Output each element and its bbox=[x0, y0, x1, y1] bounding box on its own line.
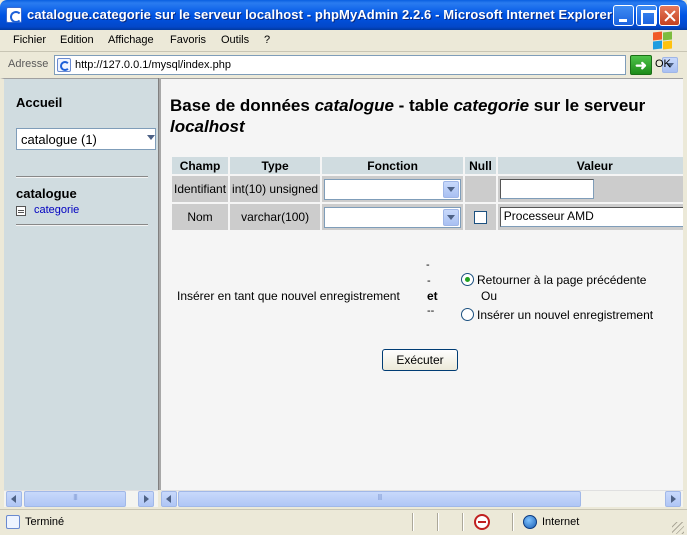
menu-outils[interactable]: Outils bbox=[221, 34, 249, 46]
go-arrow-icon[interactable]: ➜ bbox=[630, 55, 652, 75]
minimize-button[interactable] bbox=[613, 5, 634, 26]
left-frame: Accueil catalogue (1) catalogue categori… bbox=[0, 78, 158, 490]
main-horizontal-scrollbar[interactable] bbox=[161, 490, 683, 507]
database-select[interactable]: catalogue (1) bbox=[16, 128, 156, 150]
col-fonction: Fonction bbox=[322, 157, 464, 174]
menu-edition[interactable]: Edition bbox=[60, 34, 94, 46]
null-checkbox[interactable] bbox=[473, 210, 487, 224]
col-type: Type bbox=[230, 157, 321, 174]
address-url[interactable]: http://127.0.0.1/mysql/index.php bbox=[75, 59, 231, 71]
go-button[interactable]: OK bbox=[655, 58, 671, 70]
main-frame: Base de données catalogue - table catego… bbox=[161, 78, 683, 490]
table-link-categorie[interactable]: categorie bbox=[34, 204, 79, 216]
insert-form-table: Champ Type Fonction Null Valeur Identifi… bbox=[170, 155, 683, 232]
menu-affichage[interactable]: Affichage bbox=[108, 34, 154, 46]
window-title: catalogue.categorie sur le serveur local… bbox=[27, 7, 613, 22]
maximize-button[interactable] bbox=[636, 5, 657, 26]
execute-button[interactable]: Exécuter bbox=[382, 349, 458, 371]
menu-bar: Fichier Edition Affichage Favoris Outils… bbox=[0, 30, 687, 52]
address-bar: Adresse http://127.0.0.1/mysql/index.php… bbox=[0, 53, 687, 77]
status-text: Terminé bbox=[25, 516, 65, 528]
insert-new-label[interactable]: Insérer un nouvel enregistrement bbox=[477, 308, 653, 322]
database-select-value: catalogue (1) bbox=[21, 132, 97, 147]
insert-mode-label: Insérer en tant que nouvel enregistremen… bbox=[177, 289, 400, 303]
divider bbox=[16, 224, 148, 226]
address-label: Adresse bbox=[8, 58, 49, 70]
scroll-right-button[interactable] bbox=[665, 491, 681, 507]
field-name: Nom bbox=[172, 204, 229, 230]
col-null: Null bbox=[465, 157, 496, 174]
value-input[interactable] bbox=[499, 179, 594, 199]
table-row: Nom varchar(100) Processeur AMD bbox=[172, 204, 683, 230]
and-label: et bbox=[427, 289, 438, 303]
security-zone: Internet bbox=[542, 516, 580, 528]
status-bar: Terminé Internet bbox=[0, 509, 687, 535]
or-label: Ou bbox=[481, 289, 498, 303]
title-bar: catalogue.categorie sur le serveur local… bbox=[0, 0, 687, 30]
scroll-right-button[interactable] bbox=[138, 491, 154, 507]
separator-text: - bbox=[426, 259, 430, 271]
scroll-thumb[interactable] bbox=[24, 491, 126, 507]
windows-logo-icon bbox=[652, 31, 674, 51]
left-horizontal-scrollbar[interactable] bbox=[4, 490, 158, 507]
close-button[interactable] bbox=[659, 5, 680, 26]
col-valeur: Valeur bbox=[497, 157, 683, 174]
scroll-left-button[interactable] bbox=[6, 491, 22, 507]
globe-icon bbox=[523, 515, 537, 529]
popup-blocked-icon[interactable] bbox=[474, 514, 490, 530]
table-row: Identifiant int(10) unsigned bbox=[172, 176, 683, 202]
chevron-down-icon bbox=[147, 135, 155, 140]
function-select[interactable] bbox=[324, 206, 462, 228]
menu-fichier[interactable]: Fichier bbox=[13, 34, 46, 46]
database-name[interactable]: catalogue bbox=[16, 186, 77, 201]
page-done-icon bbox=[6, 515, 20, 529]
return-previous-radio[interactable] bbox=[461, 273, 474, 286]
address-field[interactable]: http://127.0.0.1/mysql/index.php bbox=[54, 55, 678, 75]
home-link[interactable]: Accueil bbox=[16, 95, 62, 110]
separator-text: -- bbox=[427, 305, 435, 317]
menu-help[interactable]: ? bbox=[264, 34, 270, 46]
field-type: int(10) unsigned bbox=[230, 176, 321, 202]
page-title: Base de données catalogue - table catego… bbox=[170, 96, 646, 136]
ie-icon bbox=[6, 7, 22, 23]
divider bbox=[16, 176, 148, 178]
insert-new-radio[interactable] bbox=[461, 308, 474, 321]
menu-favoris[interactable]: Favoris bbox=[170, 34, 206, 46]
value-input[interactable]: Processeur AMD bbox=[499, 207, 683, 227]
field-type: varchar(100) bbox=[230, 204, 321, 230]
scroll-thumb[interactable] bbox=[178, 491, 581, 507]
resize-grip[interactable] bbox=[672, 522, 684, 534]
separator-text: - bbox=[427, 275, 431, 287]
scroll-left-button[interactable] bbox=[161, 491, 177, 507]
table-icon[interactable] bbox=[16, 206, 26, 216]
return-previous-label[interactable]: Retourner à la page précédente bbox=[477, 273, 646, 287]
function-select[interactable] bbox=[324, 178, 462, 200]
page-icon bbox=[57, 58, 71, 72]
col-champ: Champ bbox=[172, 157, 229, 174]
field-name: Identifiant bbox=[172, 176, 229, 202]
